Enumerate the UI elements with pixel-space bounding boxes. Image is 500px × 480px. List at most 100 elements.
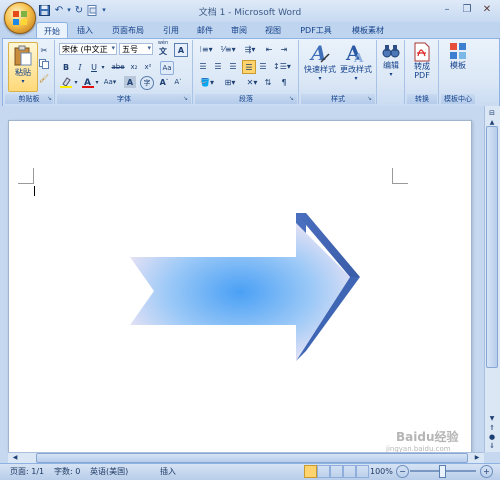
language-status[interactable]: 英语(美国) <box>90 465 128 477</box>
font-size-dropdown-icon[interactable]: ▾ <box>147 44 151 52</box>
strikethrough-icon[interactable]: abe <box>111 61 124 73</box>
font-launcher-icon[interactable]: ↘ <box>182 95 189 102</box>
arrow-shape[interactable] <box>120 205 370 365</box>
page-count[interactable]: 页面: 1/1 <box>10 465 44 477</box>
outline-view-icon[interactable] <box>343 465 356 478</box>
convert-pdf-button[interactable]: 转成PDF <box>407 42 437 92</box>
line-spacing-icon[interactable]: ↕☰▾ <box>272 60 292 72</box>
tab-home[interactable]: 开始 <box>36 22 68 39</box>
convert-pdf-label: 转成PDF <box>414 62 430 80</box>
shrink-font-icon[interactable]: A ˅ <box>172 76 184 88</box>
restore-icon[interactable]: ❐ <box>458 2 476 16</box>
zoom-slider-thumb[interactable] <box>439 465 446 478</box>
tab-page-layout[interactable]: 页面布局 <box>104 22 152 38</box>
character-border-icon[interactable]: A <box>174 43 188 57</box>
template-button[interactable]: 模板 <box>441 42 475 92</box>
tab-pdf-tools[interactable]: PDF工具 <box>292 22 340 38</box>
chinese-layout-icon[interactable]: ✕▾ <box>244 76 260 88</box>
crop-mark-top-right-v <box>392 168 393 184</box>
insert-mode[interactable]: 插入 <box>160 465 176 477</box>
paste-button[interactable]: 粘贴 ▾ <box>8 42 38 92</box>
font-color-dropdown-icon[interactable]: ▾ <box>94 76 100 88</box>
zoom-out-icon[interactable]: − <box>396 465 409 478</box>
scroll-left-icon[interactable]: ◀ <box>10 452 20 462</box>
clipboard-launcher-icon[interactable]: ↘ <box>46 95 53 102</box>
highlight-icon[interactable] <box>59 76 73 88</box>
numbering-icon[interactable]: ⅟≡▾ <box>218 43 238 55</box>
enclose-characters-icon[interactable]: 字 <box>140 76 154 90</box>
scroll-right-icon[interactable]: ▶ <box>472 452 482 462</box>
paragraph-group-label: 段落 <box>195 94 297 104</box>
highlight-dropdown-icon[interactable]: ▾ <box>73 76 79 88</box>
convert-group-label: 转换 <box>407 94 437 104</box>
previous-page-icon[interactable]: ⇑ <box>486 424 498 432</box>
font-color-icon[interactable]: A <box>82 76 94 88</box>
ruler-toggle-icon[interactable]: ⊟ <box>486 108 498 118</box>
sort-icon[interactable]: ⇅ <box>262 76 274 88</box>
print-layout-view-icon[interactable] <box>304 465 317 478</box>
editing-button[interactable]: 编辑 ▾ <box>379 42 403 92</box>
office-button[interactable] <box>4 2 36 34</box>
distributed-icon[interactable]: ☰ <box>257 60 269 72</box>
align-right-icon[interactable]: ☰ <box>227 60 239 72</box>
vertical-scroll-thumb[interactable] <box>486 126 498 368</box>
show-marks-icon[interactable]: ¶ <box>278 76 290 88</box>
underline-icon[interactable]: U <box>88 61 100 73</box>
crop-mark-top-left-v <box>33 168 34 184</box>
zoom-level[interactable]: 100% <box>370 465 393 477</box>
font-name-value: 宋体 (中文正 <box>62 44 108 54</box>
bullets-icon[interactable]: ⁝≡▾ <box>196 43 216 55</box>
quick-styles-icon: A <box>309 42 330 64</box>
align-center-icon[interactable]: ☰ <box>212 60 224 72</box>
paste-dropdown-icon[interactable]: ▾ <box>21 78 24 85</box>
change-case-icon[interactable]: Aa▾ <box>104 76 117 88</box>
grow-font-icon[interactable]: A ˄ <box>158 76 170 88</box>
superscript-icon[interactable]: x² <box>142 61 154 73</box>
web-layout-view-icon[interactable] <box>330 465 343 478</box>
tab-view[interactable]: 视图 <box>258 22 288 38</box>
paragraph-launcher-icon[interactable]: ↘ <box>288 95 295 102</box>
horizontal-scroll-thumb[interactable] <box>36 453 468 463</box>
decrease-indent-icon[interactable]: ⇤ <box>263 43 275 55</box>
tab-template-material[interactable]: 模板素材 <box>344 22 392 38</box>
clear-format-icon[interactable]: Aa <box>160 61 174 75</box>
select-browse-object-icon[interactable]: ● <box>486 433 498 441</box>
clipboard-icon <box>14 45 32 66</box>
font-name-select[interactable]: 宋体 (中文正 ▾ <box>59 43 117 55</box>
border-icon[interactable]: ⊞▾ <box>220 76 240 88</box>
template-group-label: 模板中心 <box>441 94 475 104</box>
phonetic-guide-button[interactable]: wén 文 <box>156 40 170 56</box>
bold-icon[interactable]: B <box>60 61 72 73</box>
zoom-in-icon[interactable]: + <box>480 465 493 478</box>
change-styles-button[interactable]: A A 更改样式 ▾ <box>338 42 374 92</box>
font-size-select[interactable]: 五号 ▾ <box>119 43 153 55</box>
copy-icon[interactable] <box>38 58 50 70</box>
increase-indent-icon[interactable]: ⇥ <box>278 43 290 55</box>
character-shading-icon[interactable]: A <box>124 76 136 88</box>
quick-styles-button[interactable]: A 快速样式 ▾ <box>302 42 338 92</box>
tab-insert[interactable]: 插入 <box>70 22 100 38</box>
close-icon[interactable]: ✕ <box>478 2 496 16</box>
tab-references[interactable]: 引用 <box>156 22 186 38</box>
minimize-icon[interactable]: – <box>438 2 456 16</box>
cut-icon[interactable]: ✂ <box>38 44 50 56</box>
italic-icon[interactable]: I <box>74 61 86 73</box>
next-page-icon[interactable]: ⇓ <box>486 442 498 450</box>
scroll-down-icon[interactable]: ▼ <box>486 414 498 422</box>
binoculars-icon <box>382 45 400 58</box>
font-name-dropdown-icon[interactable]: ▾ <box>111 44 115 52</box>
subscript-icon[interactable]: x₂ <box>128 61 140 73</box>
draft-view-icon[interactable] <box>356 465 369 478</box>
format-painter-icon[interactable]: 🖌 <box>38 72 50 84</box>
multilevel-list-icon[interactable]: ⇶▾ <box>240 43 260 55</box>
styles-launcher-icon[interactable]: ↘ <box>366 95 373 102</box>
tab-mailings[interactable]: 邮件 <box>190 22 220 38</box>
scroll-up-icon[interactable]: ▲ <box>486 118 498 126</box>
word-count[interactable]: 字数: 0 <box>54 465 80 477</box>
underline-dropdown-icon[interactable]: ▾ <box>100 61 106 73</box>
align-left-icon[interactable]: ☰ <box>197 60 209 72</box>
shading-icon[interactable]: 🪣▾ <box>196 76 218 88</box>
tab-review[interactable]: 审阅 <box>224 22 254 38</box>
justify-icon[interactable]: ☰ <box>242 60 256 74</box>
full-screen-reading-view-icon[interactable] <box>317 465 330 478</box>
